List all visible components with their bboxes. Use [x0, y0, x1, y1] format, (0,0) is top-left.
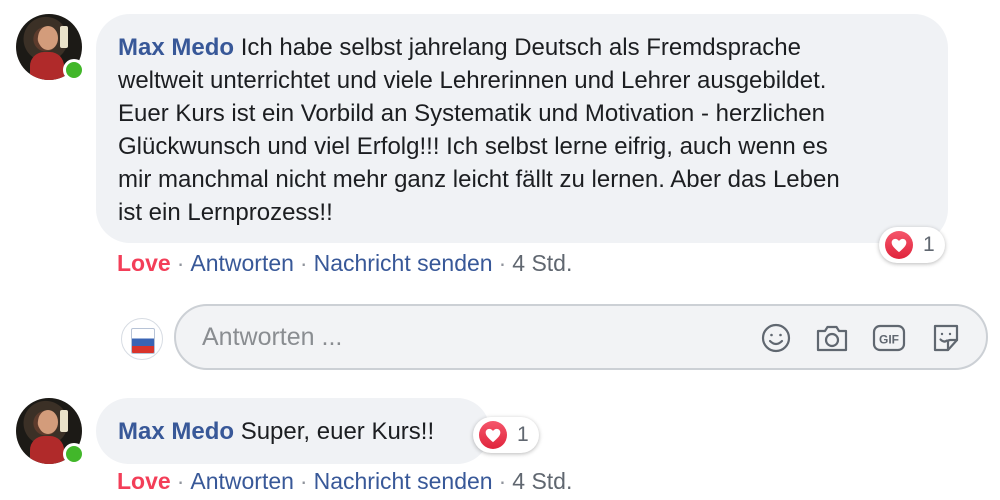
comment-timestamp[interactable]: 4 Std. — [512, 468, 572, 494]
love-link[interactable]: Love — [117, 250, 171, 276]
comment-timestamp[interactable]: 4 Std. — [512, 250, 572, 276]
camera-icon[interactable] — [815, 321, 849, 355]
comment-text-line: Ich habe selbst jahrelang Deutsch als Fr… — [240, 34, 801, 61]
comment-text: Super, euer Kurs!! — [240, 418, 435, 445]
comment-author[interactable]: Max Medo — [118, 34, 234, 61]
page-avatar — [121, 318, 163, 360]
comment-bubble: Max Medo Ich habe selbst jahrelang Deuts… — [96, 14, 948, 243]
love-reaction-icon — [479, 421, 507, 449]
separator: · — [176, 250, 185, 276]
reaction-summary[interactable]: 1 — [473, 417, 539, 453]
sticker-icon[interactable] — [929, 321, 963, 355]
reaction-count: 1 — [923, 233, 935, 256]
online-status-indicator — [63, 443, 85, 465]
reply-input[interactable]: Antworten ... GIF — [174, 304, 988, 370]
send-message-link[interactable]: Nachricht senden — [314, 468, 493, 494]
comment-actions: Love · Antworten · Nachricht senden · 4 Std. — [117, 468, 572, 495]
reply-placeholder: Antworten ... — [202, 323, 343, 351]
comment-text-line: ist ein Lernprozess!! — [118, 199, 333, 226]
reply-link[interactable]: Antworten — [190, 250, 294, 276]
separator: · — [176, 468, 185, 494]
separator: · — [498, 468, 507, 494]
comment-bubble: Max Medo Super, euer Kurs!! — [96, 398, 490, 464]
separator: · — [299, 468, 308, 494]
comment-text-line: Euer Kurs ist ein Vorbild an Systematik … — [118, 100, 826, 127]
svg-text:GIF: GIF — [879, 333, 899, 347]
comment-author[interactable]: Max Medo — [118, 418, 234, 445]
comment-text-line: Glückwunsch und viel Erfolg!!! Ich selbs… — [118, 133, 828, 160]
reply-link[interactable]: Antworten — [190, 468, 294, 494]
love-reaction-icon — [885, 231, 913, 259]
comment-actions: Love · Antworten · Nachricht senden · 4 Std. — [117, 250, 572, 277]
emoji-icon[interactable] — [759, 321, 793, 355]
comment-body: Max Medo Ich habe selbst jahrelang Deuts… — [118, 31, 926, 229]
separator: · — [299, 250, 308, 276]
love-link[interactable]: Love — [117, 468, 171, 494]
gif-icon[interactable]: GIF — [872, 321, 906, 355]
comment-text-line: weltweit unterrichtet und viele Lehrerin… — [118, 67, 827, 94]
send-message-link[interactable]: Nachricht senden — [314, 250, 493, 276]
comment-text-line: mir manchmal nicht mehr ganz leicht fäll… — [118, 166, 840, 193]
separator: · — [498, 250, 507, 276]
online-status-indicator — [63, 59, 85, 81]
reaction-count: 1 — [517, 423, 529, 446]
reaction-summary[interactable]: 1 — [879, 227, 945, 263]
